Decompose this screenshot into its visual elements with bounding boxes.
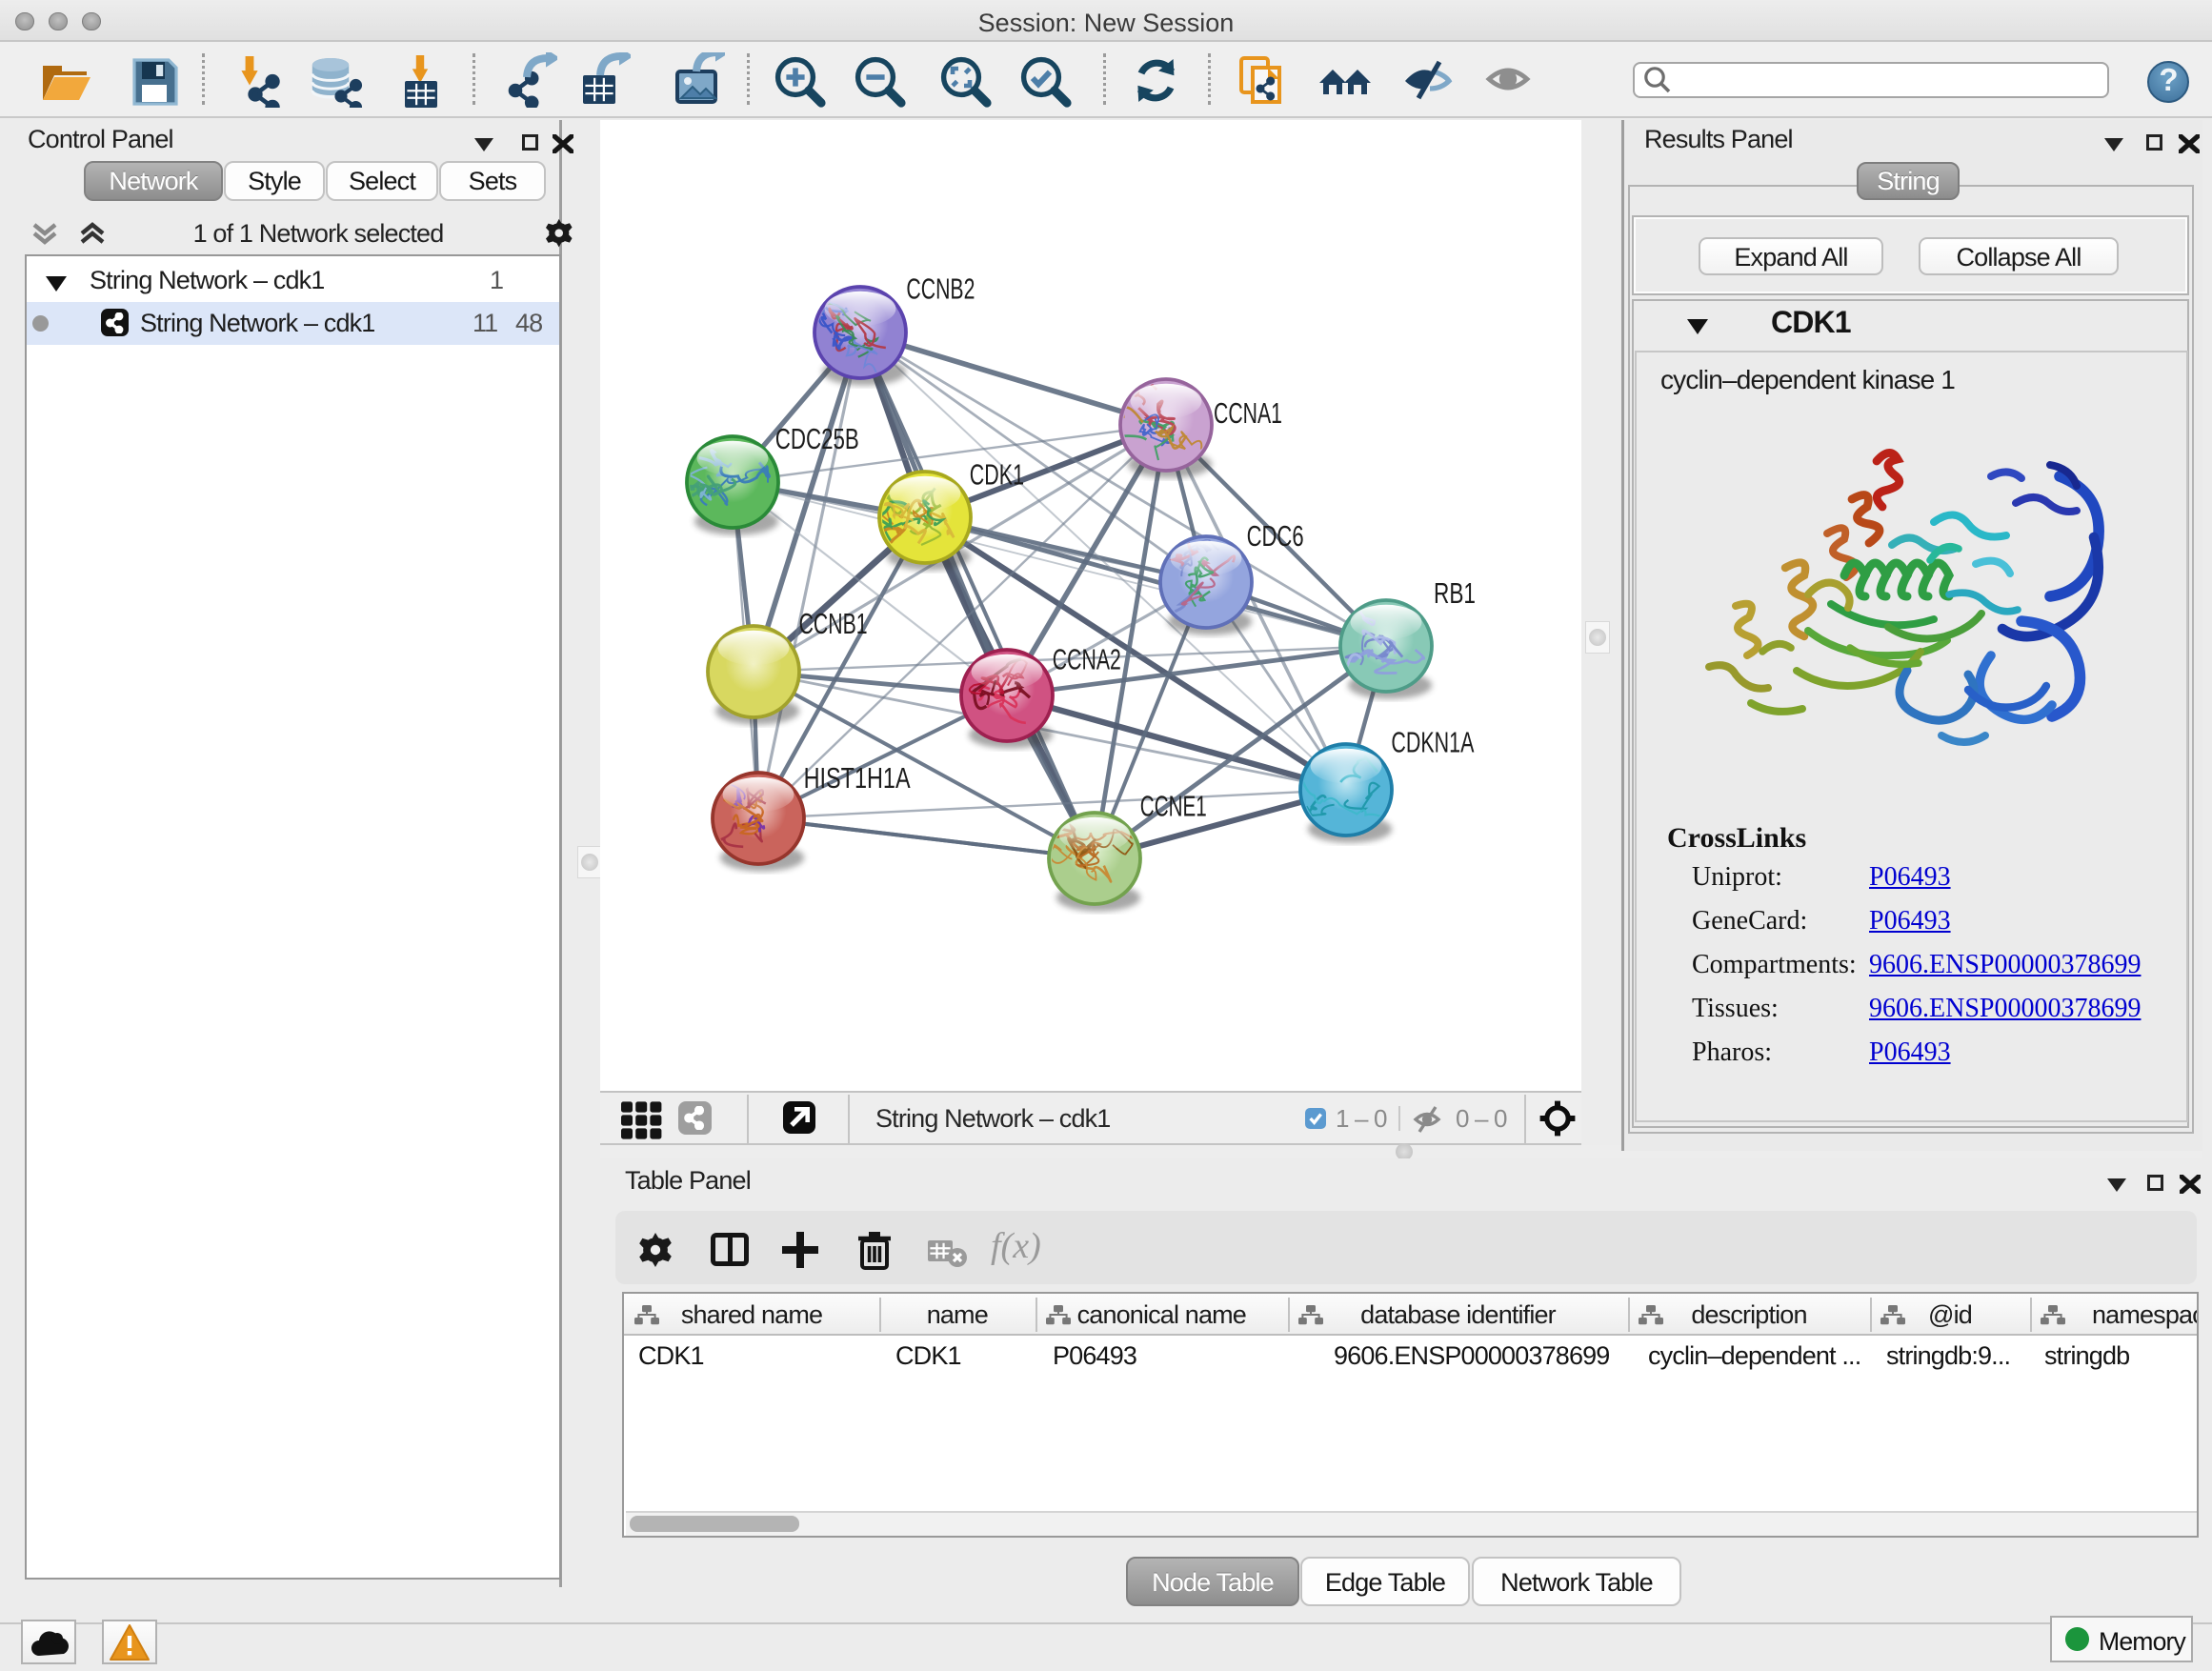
svg-text:RB1: RB1	[1434, 577, 1476, 610]
svg-text:CCNB1: CCNB1	[799, 608, 868, 640]
svg-text:CCNB2: CCNB2	[906, 272, 975, 305]
svg-text:CDC6: CDC6	[1247, 520, 1304, 553]
svg-text:CCNA2: CCNA2	[1053, 643, 1121, 675]
svg-text:CDKN1A: CDKN1A	[1391, 727, 1474, 759]
svg-text:CCNA1: CCNA1	[1214, 397, 1282, 430]
svg-text:HIST1H1A: HIST1H1A	[804, 762, 911, 795]
svg-text:CDC25B: CDC25B	[775, 423, 859, 455]
svg-text:CCNE1: CCNE1	[1140, 791, 1207, 823]
svg-text:CDK1: CDK1	[970, 459, 1024, 492]
